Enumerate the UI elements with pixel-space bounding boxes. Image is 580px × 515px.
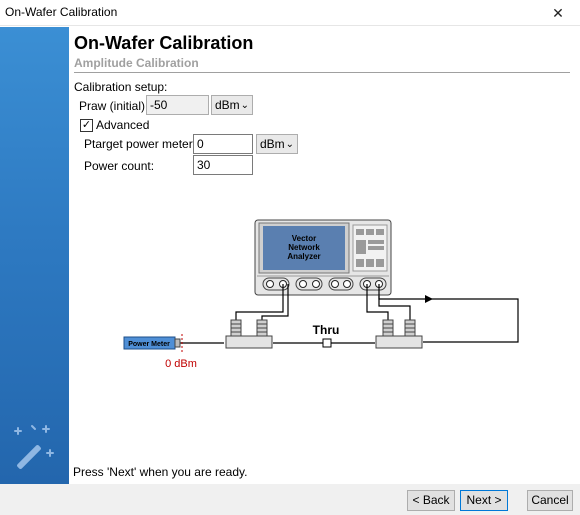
chevron-down-icon: ⌄: [240, 100, 249, 111]
wizard-footer: < Back Next > Cancel: [0, 484, 580, 515]
ptarget-unit-value: dBm: [260, 137, 285, 151]
praw-unit-select[interactable]: dBm ⌄: [211, 95, 253, 115]
praw-label: Praw (initial):: [79, 99, 149, 113]
page-title: On-Wafer Calibration: [74, 33, 254, 53]
wizard-sidebar: [0, 27, 69, 484]
page-subtitle: Amplitude Calibration: [74, 56, 199, 70]
wizard-main: On-Wafer Calibration Amplitude Calibrati…: [69, 27, 580, 484]
cancel-button[interactable]: Cancel: [527, 490, 573, 511]
chevron-down-icon: ⌄: [285, 139, 294, 150]
back-button[interactable]: < Back: [407, 490, 455, 511]
advanced-checkbox[interactable]: ✓: [80, 119, 93, 132]
ptarget-field[interactable]: 0: [193, 134, 253, 154]
praw-unit-value: dBm: [215, 98, 240, 112]
window-title: On-Wafer Calibration: [5, 5, 118, 19]
power-count-field[interactable]: 30: [193, 155, 253, 175]
praw-field[interactable]: -50: [146, 95, 209, 115]
ptarget-unit-select[interactable]: dBm ⌄: [256, 134, 298, 154]
status-text: Press 'Next' when you are ready.: [73, 465, 248, 479]
magic-wand-icon: [14, 425, 54, 469]
power-count-label: Power count:: [84, 159, 155, 173]
header-divider: [74, 72, 570, 73]
ptarget-label: Ptarget power meter:: [84, 137, 197, 151]
calibration-setup-label: Calibration setup:: [74, 80, 168, 94]
advanced-label: Advanced: [96, 118, 150, 132]
close-icon[interactable]: ✕: [536, 0, 580, 26]
next-button[interactable]: Next >: [460, 490, 508, 511]
window-titlebar: On-Wafer Calibration ✕: [0, 0, 580, 26]
